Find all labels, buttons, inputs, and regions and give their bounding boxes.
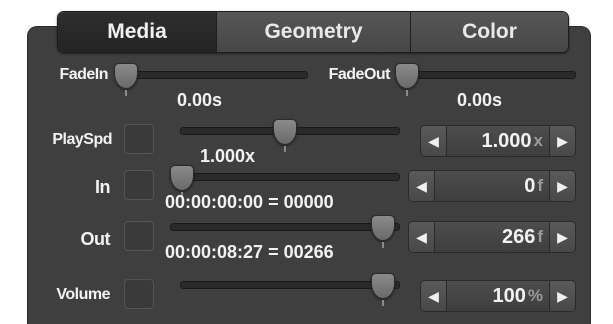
in-slider-value: 00:00:00:00 = 00000 (165, 192, 334, 212)
in-stepper-value[interactable]: 0f (434, 171, 550, 201)
fadeout-slider-track[interactable] (398, 71, 576, 79)
in-unit: f (537, 176, 543, 195)
fadeout-value: 0.00s (457, 90, 503, 110)
right-arrow-icon[interactable]: ▶ (550, 222, 575, 252)
tab-media[interactable]: Media (58, 12, 216, 52)
volume-number: 100 (492, 284, 526, 307)
volume-stepper[interactable]: ◀ 100% ▶ (420, 280, 576, 312)
playspd-keyframe-box[interactable] (124, 124, 154, 154)
out-stepper[interactable]: ◀ 266 f ▶ (408, 221, 576, 253)
in-stepper[interactable]: ◀ 0f ▶ (408, 170, 576, 202)
right-arrow-icon[interactable]: ▶ (550, 126, 575, 156)
out-slider-track[interactable] (170, 223, 400, 231)
fadein-slider-track[interactable] (116, 71, 308, 79)
tab-color[interactable]: Color (410, 12, 568, 52)
left-arrow-icon[interactable]: ◀ (409, 222, 434, 252)
left-arrow-icon[interactable]: ◀ (409, 171, 434, 201)
out-unit: f (537, 227, 543, 246)
playspd-stepper-value[interactable]: 1.000 x (446, 126, 550, 156)
out-slider-value: 00:00:08:27 = 00266 (165, 242, 334, 262)
in-number: 0 (524, 174, 536, 197)
fadein-value: 0.00s (177, 90, 223, 110)
tab-bar: Media Geometry Color (57, 11, 569, 53)
fadeout-label: FadeOut (328, 66, 391, 83)
out-number: 266 (501, 225, 536, 248)
fadein-label: FadeIn (59, 66, 108, 83)
out-keyframe-box[interactable] (124, 221, 154, 251)
right-arrow-icon[interactable]: ▶ (550, 281, 575, 311)
playspd-label: PlaySpd (52, 131, 112, 148)
in-slider-track[interactable] (170, 173, 400, 181)
left-arrow-icon[interactable]: ◀ (421, 281, 446, 311)
playspd-stepper[interactable]: ◀ 1.000 x ▶ (420, 125, 576, 157)
volume-stepper-value[interactable]: 100% (446, 281, 550, 311)
volume-unit: % (527, 286, 543, 305)
out-label: Out (80, 229, 111, 249)
playspd-number: 1.000 (481, 129, 532, 152)
volume-keyframe-box[interactable] (124, 279, 154, 309)
playspd-unit: x (533, 131, 543, 150)
right-arrow-icon[interactable]: ▶ (550, 171, 575, 201)
volume-slider-track[interactable] (180, 281, 400, 289)
in-keyframe-box[interactable] (124, 170, 154, 200)
left-arrow-icon[interactable]: ◀ (421, 126, 446, 156)
out-stepper-value[interactable]: 266 f (434, 222, 550, 252)
tab-geometry[interactable]: Geometry (216, 12, 410, 52)
in-label: In (95, 177, 111, 197)
volume-label: Volume (56, 286, 110, 303)
playspd-slider-value: 1.000x (200, 146, 256, 166)
